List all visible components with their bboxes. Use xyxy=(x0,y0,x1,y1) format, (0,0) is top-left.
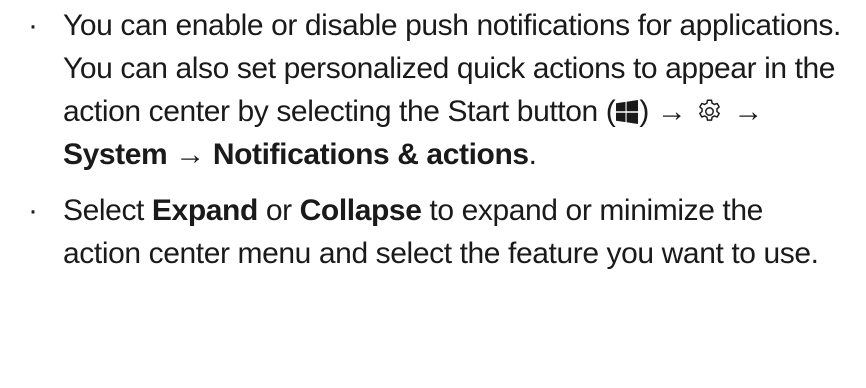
windows-start-icon xyxy=(616,93,639,124)
text: ) → xyxy=(639,95,695,128)
text: . xyxy=(528,138,537,171)
menu-path-system: System xyxy=(63,138,168,171)
term-collapse: Collapse xyxy=(299,194,422,227)
text: or xyxy=(257,194,300,227)
text: → xyxy=(725,95,763,128)
list-item-notifications: · You can enable or disable push notific… xyxy=(26,4,848,176)
bullet: · xyxy=(28,194,38,227)
list-item-expand-collapse: · Select Expand or Collapse to expand or… xyxy=(26,189,848,275)
document-page: · You can enable or disable push notific… xyxy=(0,0,866,388)
bullet: · xyxy=(28,9,38,42)
term-expand: Expand xyxy=(151,194,258,227)
menu-path-notifications-actions: Notifications & actions xyxy=(212,138,529,171)
gear-icon xyxy=(696,94,723,121)
text: → xyxy=(167,138,213,171)
text: Select xyxy=(63,194,152,227)
instruction-list: · You can enable or disable push notific… xyxy=(26,4,848,275)
